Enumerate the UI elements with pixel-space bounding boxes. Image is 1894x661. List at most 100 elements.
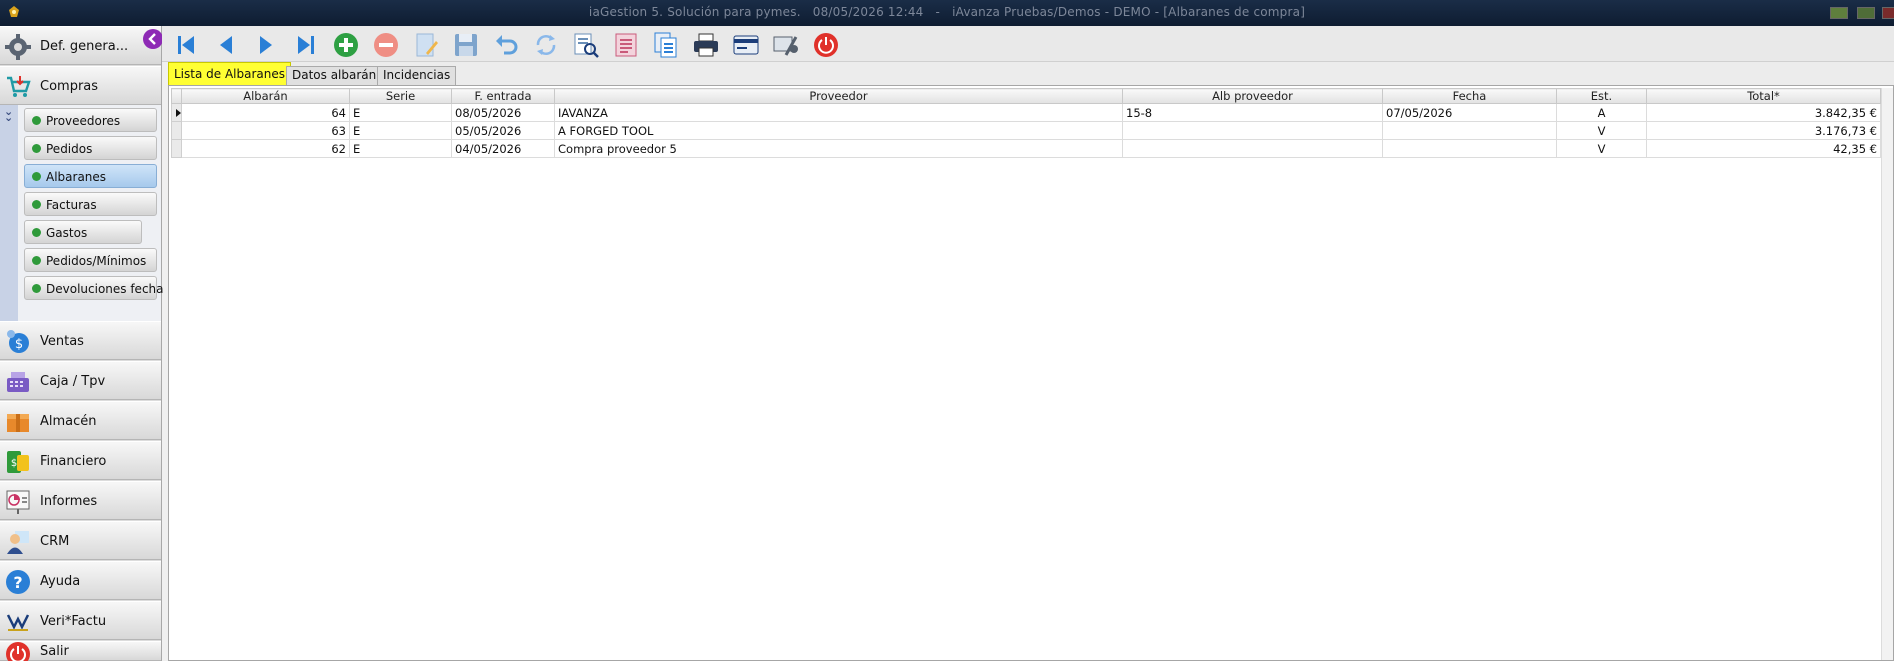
sidebar-item-compras[interactable]: Compras [0,66,161,105]
collapse-sidebar-button[interactable] [143,29,163,49]
close-form-button[interactable] [812,31,840,59]
sidebar-item-label: Compras [40,79,99,94]
sub-item-devoluciones-fecha[interactable]: Devoluciones fecha [24,276,164,300]
sidebar-item-ayuda[interactable]: ? Ayuda [0,561,161,600]
svg-text:$: $ [15,337,23,352]
cell-alb-proveedor[interactable]: 15-8 [1122,103,1383,122]
maximize-button[interactable] [1857,7,1875,19]
sidebar-item-informes[interactable]: Informes [0,481,161,520]
column-header[interactable]: Alb proveedor [1122,88,1383,104]
column-header[interactable]: F. entrada [451,88,555,104]
sub-item-label: Proveedores [46,114,121,128]
sidebar-item-label: CRM [40,534,70,549]
column-header[interactable]: Serie [349,88,452,104]
cell-albaran[interactable]: 62 [181,139,350,158]
delete-button[interactable] [372,31,400,59]
add-icon [334,33,358,57]
cell-fecha[interactable] [1382,139,1557,158]
card-icon [733,35,759,55]
status-dot-icon [32,256,41,265]
cell-alb-proveedor[interactable] [1122,139,1383,158]
table-row[interactable]: 62 E 04/05/2026 Compra proveedor 5 V 42,… [171,139,1881,158]
cell-est[interactable]: V [1556,121,1647,140]
cell-albaran[interactable]: 64 [181,103,350,122]
cell-serie[interactable]: E [349,139,452,158]
cell-fecha[interactable]: 07/05/2026 [1382,103,1557,122]
sidebar-item-caja-tpv[interactable]: Caja / Tpv [0,361,161,400]
minimize-button[interactable] [1830,7,1848,19]
cell-proveedor[interactable]: A FORGED TOOL [554,121,1123,140]
cell-f-entrada[interactable]: 05/05/2026 [451,121,555,140]
current-row-arrow-icon [176,109,181,117]
first-record-button[interactable] [172,31,200,59]
search-document-button[interactable] [572,31,600,59]
table-row[interactable]: 64 E 08/05/2026 IAVANZA 15-8 07/05/2026 … [171,103,1881,122]
tools-settings-button[interactable] [772,31,800,59]
cell-albaran[interactable]: 63 [181,121,350,140]
collapse-arrows-icon[interactable]: ⌄ ⌄ [4,106,16,123]
previous-record-button[interactable] [212,31,240,59]
sidebar-item-financiero[interactable]: $ Financiero [0,441,161,480]
last-record-button[interactable] [292,31,320,59]
vertical-scrollbar[interactable] [1881,88,1893,660]
close-power-icon [814,33,838,57]
app-window: iaGestion 5. Solución para pymes. 08/05/… [0,0,1894,661]
sub-item-albaranes[interactable]: Albaranes [24,164,157,188]
cell-alb-proveedor[interactable] [1122,121,1383,140]
cell-total[interactable]: 42,35 € [1646,139,1881,158]
cell-proveedor[interactable]: Compra proveedor 5 [554,139,1123,158]
cell-total[interactable]: 3.842,35 € [1646,103,1881,122]
sub-item-pedidos-minimos[interactable]: Pedidos/Mínimos [24,248,157,272]
next-record-button[interactable] [252,31,280,59]
previous-record-icon [220,36,232,54]
tab-lista-albaranes[interactable]: Lista de Albaranes [168,62,291,85]
save-button[interactable] [452,31,480,59]
tab-datos-albaran[interactable]: Datos albarán [286,66,383,85]
sidebar-item-almacen[interactable]: Almacén [0,401,161,440]
sidebar-item-label: Veri*Factu [40,614,107,629]
column-header[interactable]: Est. [1556,88,1647,104]
sidebar-item-ventas[interactable]: $ Ventas [0,321,161,360]
cell-serie[interactable]: E [349,103,452,122]
gear-icon [5,34,31,60]
cell-serie[interactable]: E [349,121,452,140]
card-button[interactable] [732,31,760,59]
cell-est[interactable]: V [1556,139,1647,158]
sub-item-facturas[interactable]: Facturas [24,192,157,216]
first-record-icon [178,36,194,54]
sub-item-gastos[interactable]: Gastos [24,220,142,244]
cell-f-entrada[interactable]: 04/05/2026 [451,139,555,158]
cell-est[interactable]: A [1556,103,1647,122]
sidebar-item-crm[interactable]: CRM [0,521,161,560]
sidebar: Def. genera... Compras ⌄ ⌄ Proveedores Pe… [0,26,164,661]
close-window-button[interactable] [1882,7,1894,19]
cell-proveedor[interactable]: IAVANZA [554,103,1123,122]
report-button[interactable] [612,31,640,59]
refresh-icon [536,35,556,55]
add-button[interactable] [332,31,360,59]
next-record-icon [260,36,272,54]
sub-item-pedidos[interactable]: Pedidos [24,136,157,160]
copy-document-button[interactable] [652,31,680,59]
sub-item-proveedores[interactable]: Proveedores [24,108,157,132]
print-button[interactable] [692,31,720,59]
cell-fecha[interactable] [1382,121,1557,140]
column-header[interactable]: Albarán [181,88,350,104]
sidebar-item-def-general[interactable]: Def. genera... [0,26,161,65]
column-header[interactable]: Total* [1646,88,1881,104]
column-header[interactable]: Fecha [1382,88,1557,104]
column-header[interactable]: Proveedor [554,88,1123,104]
chevron-left-icon [148,33,156,45]
refresh-button[interactable] [532,31,560,59]
cell-f-entrada[interactable]: 08/05/2026 [451,103,555,122]
svg-text:?: ? [13,573,22,592]
sidebar-item-salir[interactable]: Salir [0,641,161,661]
row-indicator [171,103,182,122]
sub-item-label: Devoluciones fecha [46,282,164,296]
cell-total[interactable]: 3.176,73 € [1646,121,1881,140]
tab-incidencias[interactable]: Incidencias [377,66,457,85]
table-row[interactable]: 63 E 05/05/2026 A FORGED TOOL V 3.176,73… [171,121,1881,140]
undo-button[interactable] [492,31,520,59]
edit-button[interactable] [412,31,440,59]
sidebar-item-verifactu[interactable]: Veri*Factu [0,601,161,640]
